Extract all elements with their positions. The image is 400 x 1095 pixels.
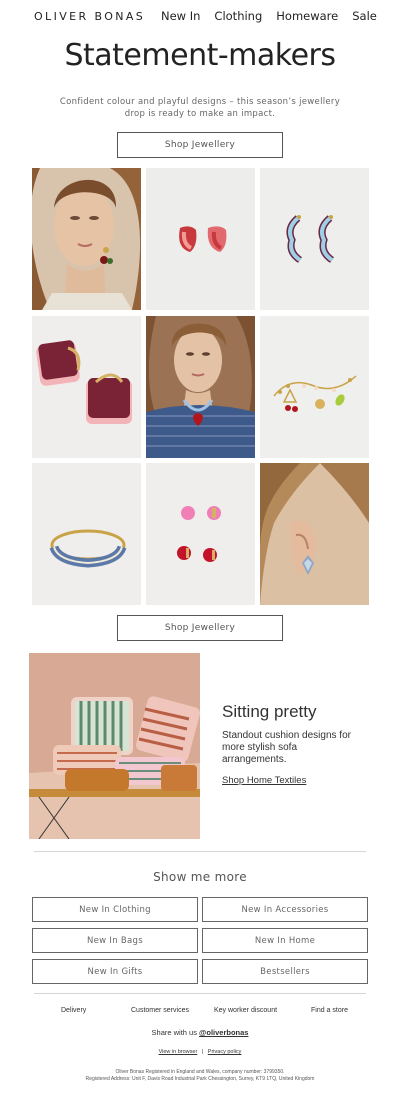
footer-link-key-worker-discount[interactable]: Key worker discount [214,1007,277,1014]
cushions-image [29,653,200,839]
divider [34,993,366,994]
hero-intro: Confident colour and playful designs – t… [59,97,341,119]
textiles-body: Standout cushion designs for more stylis… [222,730,351,765]
legal-line-1: Oliver Bonas Registered in England and W… [115,1069,285,1075]
share-line: Share with us @oliverbonas [0,1028,400,1037]
footer-link-customer-services[interactable]: Customer services [131,1007,189,1014]
header: OLIVER BONAS New In Clothing Homeware Sa… [0,0,400,32]
legal-links: View in browser | Privacy policy [0,1049,400,1055]
product-tile-blue-wavy-hoops[interactable] [260,168,369,310]
new-in-gifts-button[interactable]: New In Gifts [32,959,198,984]
footer-link-delivery[interactable]: Delivery [61,1007,86,1014]
brand-logo[interactable]: OLIVER BONAS [34,10,145,23]
new-in-home-button[interactable]: New In Home [202,928,368,953]
new-in-bags-button[interactable]: New In Bags [32,928,198,953]
instagram-handle-link[interactable]: @oliverbonas [199,1028,248,1037]
charm-bracelet-image [260,316,369,458]
nav-homeware[interactable]: Homeware [276,9,338,23]
home-textiles-image[interactable] [29,653,200,839]
cuff-bangle-image [32,463,141,605]
product-tile-charm-bracelet[interactable] [260,316,369,458]
product-tile-cuff-bangle[interactable] [32,463,141,605]
model-cherry-earring-image [32,168,141,310]
textiles-title: Sitting pretty [222,702,317,721]
product-tile-model-crystal-earring[interactable] [260,463,369,605]
product-tile-model-heart-necklace[interactable] [146,316,255,458]
shop-jewellery-button[interactable]: Shop Jewellery [117,132,283,158]
nav-sale[interactable]: Sale [352,9,377,23]
nav-new-in[interactable]: New In [161,9,200,23]
privacy-policy-link[interactable]: Privacy policy [208,1049,242,1055]
shop-home-textiles-link[interactable]: Shop Home Textiles [222,775,306,786]
square-hoops-image [32,316,141,458]
link-separator: | [201,1049,204,1055]
red-pink-hoops-image [146,168,255,310]
product-tile-model-cherry[interactable] [32,168,141,310]
main-nav: New In Clothing Homeware Sale [161,9,377,23]
footer-link-find-a-store[interactable]: Find a store [311,1007,348,1014]
show-more-title: Show me more [153,870,247,884]
share-prefix: Share with us [151,1028,200,1037]
divider [34,851,366,852]
model-crystal-earring-image [260,463,369,605]
new-in-accessories-button[interactable]: New In Accessories [202,897,368,922]
model-heart-necklace-image [146,316,255,458]
hero-title: Statement-makers [64,38,336,73]
product-tile-red-pink-hoops[interactable] [146,168,255,310]
blue-wavy-hoops-image [260,168,369,310]
shop-jewellery-button-bottom[interactable]: Shop Jewellery [117,615,283,641]
bestsellers-button[interactable]: Bestsellers [202,959,368,984]
legal-line-2: Registered Address: Unit F, Davis Road I… [85,1076,315,1082]
product-tile-pink-red-studs[interactable] [146,463,255,605]
new-in-clothing-button[interactable]: New In Clothing [32,897,198,922]
legal-text: Oliver Bonas Registered in England and W… [20,1069,380,1083]
product-tile-square-hoops[interactable] [32,316,141,458]
pink-red-studs-image [146,463,255,605]
view-in-browser-link[interactable]: View in browser [159,1049,198,1055]
nav-clothing[interactable]: Clothing [214,9,262,23]
